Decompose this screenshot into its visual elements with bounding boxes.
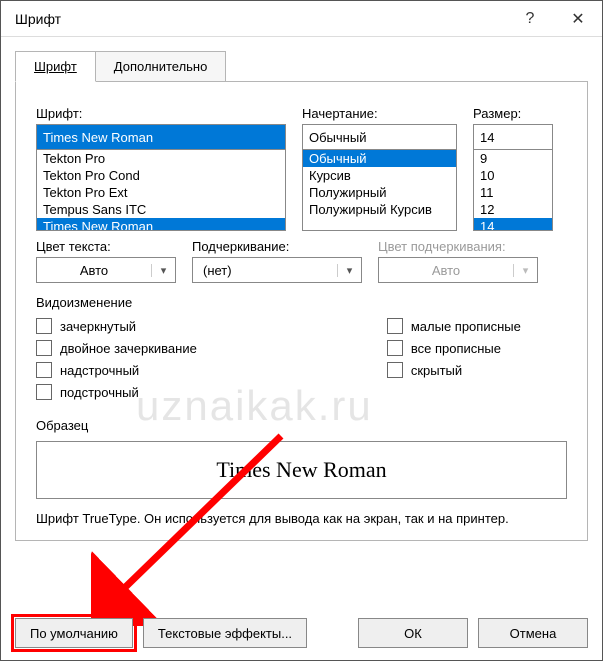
color-combo[interactable]: Авто ▾ (36, 257, 176, 283)
ok-button[interactable]: ОК (358, 618, 468, 648)
underline-color-combo: Авто ▾ (378, 257, 538, 283)
style-listbox[interactable]: Обычный Курсив Полужирный Полужирный Кур… (302, 149, 457, 231)
list-item[interactable]: Tekton Pro Ext (37, 184, 285, 201)
check-hidden[interactable]: скрытый (387, 362, 521, 378)
underline-combo[interactable]: (нет) ▾ (192, 257, 362, 283)
color-value: Авто (37, 263, 151, 278)
window-title: Шрифт (15, 11, 506, 27)
titlebar: Шрифт ? ✕ (1, 1, 602, 37)
font-label: Шрифт: (36, 106, 286, 121)
list-item[interactable]: Tempus Sans ITC (37, 201, 285, 218)
checkbox-icon (387, 340, 403, 356)
underline-color-label: Цвет подчеркивания: (378, 239, 538, 254)
check-superscript[interactable]: надстрочный (36, 362, 197, 378)
preview-box: Times New Roman (36, 441, 567, 499)
size-listbox[interactable]: 9 10 11 12 14 (473, 149, 553, 231)
list-item[interactable]: Полужирный (303, 184, 456, 201)
list-item[interactable]: Обычный (303, 150, 456, 167)
tab-font[interactable]: Шрифт (15, 51, 96, 82)
check-subscript[interactable]: подстрочный (36, 384, 197, 400)
button-bar: По умолчанию Текстовые эффекты... ОК Отм… (15, 618, 588, 648)
color-label: Цвет текста: (36, 239, 176, 254)
list-item[interactable]: 10 (474, 167, 552, 184)
checkbox-icon (36, 384, 52, 400)
list-item[interactable]: Полужирный Курсив (303, 201, 456, 218)
list-item[interactable]: Tekton Pro (37, 150, 285, 167)
underline-color-value: Авто (379, 263, 513, 278)
checkbox-icon (387, 318, 403, 334)
font-listbox[interactable]: Tekton Pro Tekton Pro Cond Tekton Pro Ex… (36, 149, 286, 231)
list-item[interactable]: 9 (474, 150, 552, 167)
chevron-down-icon: ▾ (151, 264, 175, 277)
set-default-button[interactable]: По умолчанию (15, 618, 133, 648)
font-dialog: Шрифт ? ✕ Шрифт Дополнительно uznaikak.r… (0, 0, 603, 661)
checkbox-icon (36, 362, 52, 378)
cancel-button[interactable]: Отмена (478, 618, 588, 648)
checkbox-icon (36, 318, 52, 334)
checkbox-icon (36, 340, 52, 356)
style-input[interactable]: Обычный (302, 124, 457, 150)
tab-font-label: Шрифт (34, 59, 77, 74)
underline-label: Подчеркивание: (192, 239, 362, 254)
list-item[interactable]: Курсив (303, 167, 456, 184)
close-button[interactable]: ✕ (554, 1, 602, 37)
font-input[interactable]: Times New Roman (36, 124, 286, 150)
check-dstrike[interactable]: двойное зачеркивание (36, 340, 197, 356)
style-label: Начертание: (302, 106, 457, 121)
tab-bar: Шрифт Дополнительно (1, 37, 602, 82)
check-strike[interactable]: зачеркнутый (36, 318, 197, 334)
hint-text: Шрифт TrueType. Он используется для выво… (36, 511, 567, 526)
size-input[interactable]: 14 (473, 124, 553, 150)
list-item[interactable]: Tekton Pro Cond (37, 167, 285, 184)
tab-advanced[interactable]: Дополнительно (96, 51, 227, 82)
effects-label: Видоизменение (36, 295, 567, 310)
list-item[interactable]: 11 (474, 184, 552, 201)
chevron-down-icon: ▾ (513, 264, 537, 277)
list-item[interactable]: Times New Roman (37, 218, 285, 231)
underline-value: (нет) (193, 263, 337, 278)
check-smallcaps[interactable]: малые прописные (387, 318, 521, 334)
text-effects-button[interactable]: Текстовые эффекты... (143, 618, 307, 648)
list-item[interactable]: 14 (474, 218, 552, 231)
preview-text: Times New Roman (216, 457, 386, 483)
panel: uznaikak.ru Шрифт: Times New Roman Tekto… (15, 81, 588, 541)
preview-label: Образец (36, 418, 567, 433)
size-label: Размер: (473, 106, 553, 121)
checkbox-icon (387, 362, 403, 378)
chevron-down-icon: ▾ (337, 264, 361, 277)
help-button[interactable]: ? (506, 1, 554, 37)
check-allcaps[interactable]: все прописные (387, 340, 521, 356)
list-item[interactable]: 12 (474, 201, 552, 218)
